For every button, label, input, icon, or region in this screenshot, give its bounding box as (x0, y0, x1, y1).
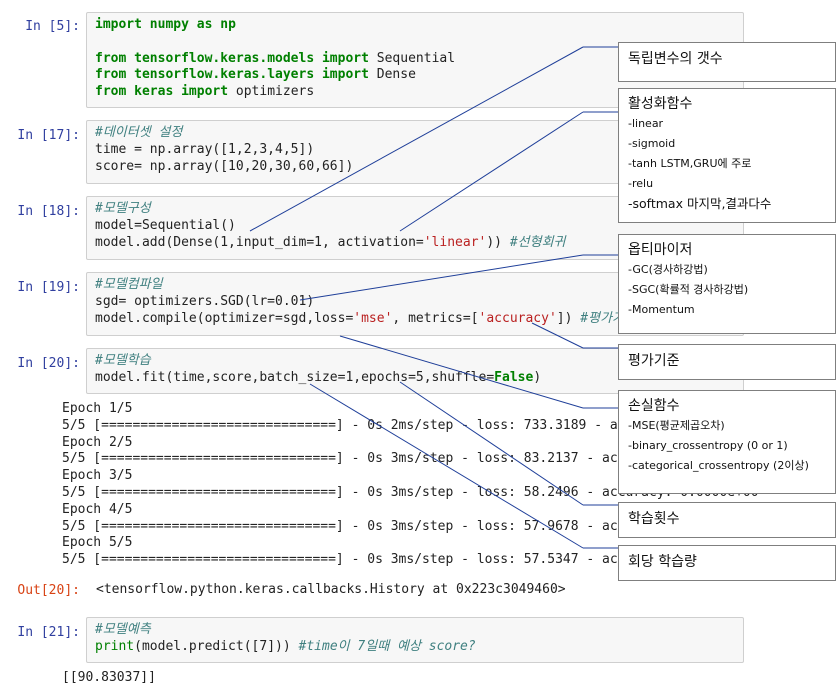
code-token: numpy (149, 17, 189, 32)
cell-prompt-20: In [20]: (17, 356, 80, 371)
code-token: #모델컴파일 (95, 277, 163, 292)
code-token: Dense (368, 67, 416, 83)
code-token: ]) (556, 310, 581, 326)
code-token: model.compile(optimizer=sgd,loss= (95, 310, 354, 326)
training-output-line: Epoch 1/5 (62, 401, 133, 416)
cell-prompt-19: In [19]: (17, 280, 80, 295)
code-line: import numpy as np (95, 17, 735, 34)
code-token: import (321, 50, 369, 66)
note-activation-title: 활성화함수 (628, 96, 693, 112)
code-token: from (95, 67, 127, 83)
code-token: #모델학습 (95, 353, 151, 368)
note-epochs-title: 학습횟수 (628, 511, 680, 527)
code-token: )) (486, 234, 510, 250)
training-output-line: 5/5 [==============================] - 0… (62, 518, 759, 534)
code-token: import (181, 84, 229, 100)
training-output-line: 5/5 [==============================] - 0… (62, 484, 759, 500)
code-token: optimizers (228, 84, 315, 100)
code-token: , metrics=[ (392, 310, 479, 326)
note-optimizer-title: 옵티마이저 (628, 242, 693, 258)
code-token: Sequential (368, 50, 456, 66)
note-activation-item: -softmax 마지막,결과다수 (628, 196, 772, 211)
note-metrics: 평가기준 (618, 344, 836, 380)
cell-prompt-18: In [18]: (17, 204, 80, 219)
code-token: sgd= optimizers.SGD(lr=0.01) (95, 293, 315, 309)
note-optimizer: 옵티마이저 -GC(경사하강법) -SGC(확률적 경사하강법) -Moment… (618, 234, 836, 334)
note-metrics-title: 평가기준 (628, 353, 680, 369)
note-optimizer-item: -SGC(확률적 경사하강법) (628, 283, 749, 296)
code-token: from (95, 84, 127, 100)
note-activation-item: -sigmoid (628, 137, 676, 150)
training-output-line: 5/5 [==============================] - 0… (62, 417, 767, 433)
code-token: from (95, 50, 127, 66)
code-token: score= np.array([10,20,30,60,66]) (95, 158, 354, 174)
code-token: tensorflow.keras.layers (134, 67, 315, 83)
note-loss: 손실함수 -MSE(평균제곱오차) -binary_crossentropy (… (618, 390, 836, 494)
code-token: as (196, 17, 213, 32)
code-token: (model.predict([7])) (134, 638, 299, 654)
code-token: tensorflow.keras.models (134, 50, 315, 66)
training-output-line: Epoch 3/5 (62, 468, 133, 484)
note-activation-item: -linear (628, 117, 664, 130)
history-output: <tensorflow.python.keras.callbacks.Histo… (96, 582, 566, 597)
note-optimizer-item: -GC(경사하강법) (628, 263, 708, 276)
code-line: print(model.predict([7])) #time이 7일때 예상 … (95, 639, 735, 656)
code-cell-21[interactable]: #모델예측 print(model.predict([7])) #time이 7일… (86, 617, 744, 663)
code-token: model=Sequential() (95, 217, 236, 233)
training-output-line: 5/5 [==============================] - 0… (62, 451, 759, 467)
predict-output: [[90.83037]] (62, 670, 156, 685)
note-batch: 회당 학습량 (618, 545, 836, 581)
note-activation-item: -tanh LSTM,GRU에 주로 (628, 157, 752, 170)
training-output: Epoch 1/5 5/5 [==========================… (62, 401, 767, 569)
training-output-line: Epoch 5/5 (62, 535, 133, 551)
code-line: #모델예측 (95, 622, 735, 639)
note-loss-item: -MSE(평균제곱오차) (628, 419, 725, 432)
code-token: model.fit(time,score,batch_size=1,epochs… (95, 369, 495, 385)
note-batch-title: 회당 학습량 (628, 554, 697, 570)
code-token: 'mse' (353, 310, 393, 326)
note-loss-item: -binary_crossentropy (0 or 1) (628, 439, 788, 452)
code-token: model.add(Dense(1,input_dim=1, activatio… (95, 234, 424, 250)
code-token: keras (134, 84, 174, 100)
code-token: #모델구성 (95, 201, 151, 216)
code-token: False (494, 369, 534, 385)
note-activation-item: -relu (628, 177, 654, 190)
out-prompt-20: Out[20]: (17, 583, 80, 598)
cell-prompt-21: In [21]: (17, 625, 80, 640)
code-token: np (220, 17, 236, 32)
code-token: print (95, 638, 135, 654)
code-token: #time이 7일때 예상 score? (298, 638, 476, 654)
note-loss-title: 손실함수 (628, 398, 680, 414)
code-token: import (95, 17, 142, 32)
code-token: #모델예측 (95, 622, 151, 637)
code-token: #데이터셋 설정 (95, 125, 183, 140)
code-token: #선형회귀 (509, 234, 566, 250)
code-token: import (321, 67, 369, 83)
training-output-line: Epoch 4/5 (62, 501, 133, 517)
cell-prompt-17: In [17]: (17, 128, 80, 143)
note-epochs: 학습횟수 (618, 502, 836, 538)
code-token: 'accuracy' (478, 310, 557, 326)
training-output-line: 5/5 [==============================] - 0… (62, 552, 759, 568)
note-activation: 활성화함수 -linear -sigmoid -tanh LSTM,GRU에 주… (618, 88, 836, 223)
code-token: ) (533, 369, 542, 385)
code-token: time = np.array([1,2,3,4,5]) (95, 141, 315, 157)
note-input-dim-title: 독립변수의 갯수 (628, 51, 723, 67)
note-input-dim: 독립변수의 갯수 (618, 42, 836, 82)
note-loss-item: -categorical_crossentropy (2이상) (628, 459, 809, 472)
code-token: 'linear' (423, 234, 487, 250)
cell-prompt-5: In [5]: (25, 19, 80, 34)
training-output-line: Epoch 2/5 (62, 434, 133, 450)
note-optimizer-item: -Momentum (628, 303, 695, 316)
